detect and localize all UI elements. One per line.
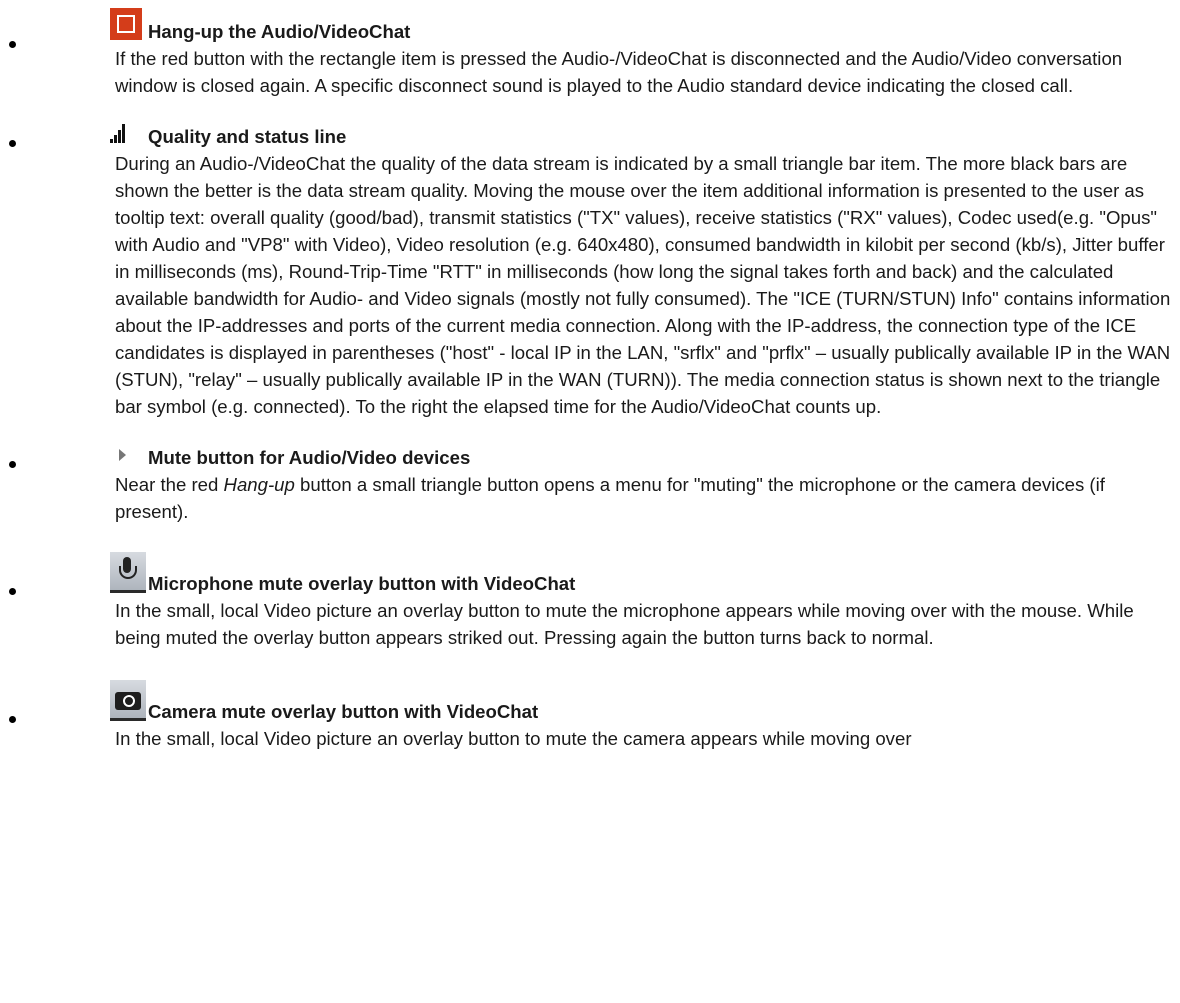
icon-slot — [110, 123, 148, 150]
item-title: Hang-up the Audio/VideoChat — [148, 21, 411, 42]
description-start: Near the red — [115, 474, 224, 495]
item-description: Near the red Hang-up button a small tria… — [115, 471, 1172, 525]
item-title: Microphone mute overlay button with Vide… — [148, 573, 576, 594]
bullet — [9, 461, 16, 468]
signal-bars-icon — [110, 123, 125, 143]
bullet — [9, 41, 16, 48]
bullet — [9, 588, 16, 595]
icon-slot — [110, 552, 148, 597]
item-heading: Hang-up the Audio/VideoChat — [110, 0, 1172, 45]
document: Hang-up the Audio/VideoChat If the red b… — [0, 0, 1180, 752]
hang-up-term: Hang-up — [223, 474, 295, 495]
item-title: Camera mute overlay button with VideoCha… — [148, 701, 539, 722]
list-item-microphone-mute: Microphone mute overlay button with Vide… — [0, 535, 1180, 651]
icon-slot — [110, 8, 148, 45]
item-description: In the small, local Video picture an ove… — [115, 728, 912, 749]
item-title: Mute button for Audio/Video devices — [148, 447, 471, 468]
list-item-mute-button: Mute button for Audio/Video devices Near… — [0, 431, 1180, 525]
microphone-icon — [110, 552, 146, 593]
item-heading: Quality and status line — [110, 110, 1172, 150]
item-heading: Microphone mute overlay button with Vide… — [110, 535, 1172, 597]
icon-slot — [110, 680, 148, 725]
list-item-quality-status: Quality and status line During an Audio-… — [0, 110, 1180, 420]
bullet — [9, 140, 16, 147]
item-description: During an Audio-/VideoChat the quality o… — [115, 153, 1171, 417]
feature-list: Hang-up the Audio/VideoChat If the red b… — [0, 0, 1180, 752]
item-heading: Mute button for Audio/Video devices — [115, 431, 1172, 471]
item-description: In the small, local Video picture an ove… — [115, 600, 1134, 648]
icon-slot — [110, 449, 148, 471]
triangle-menu-icon — [119, 449, 126, 461]
list-item-camera-mute: Camera mute overlay button with VideoCha… — [0, 663, 1180, 752]
camera-icon — [110, 680, 146, 721]
item-heading: Camera mute overlay button with VideoCha… — [110, 663, 1172, 725]
hang-up-square-icon — [110, 8, 142, 40]
list-item-hang-up: Hang-up the Audio/VideoChat If the red b… — [0, 0, 1180, 99]
bullet — [9, 716, 16, 723]
item-description: If the red button with the rectangle ite… — [115, 48, 1123, 96]
item-title: Quality and status line — [148, 126, 347, 147]
